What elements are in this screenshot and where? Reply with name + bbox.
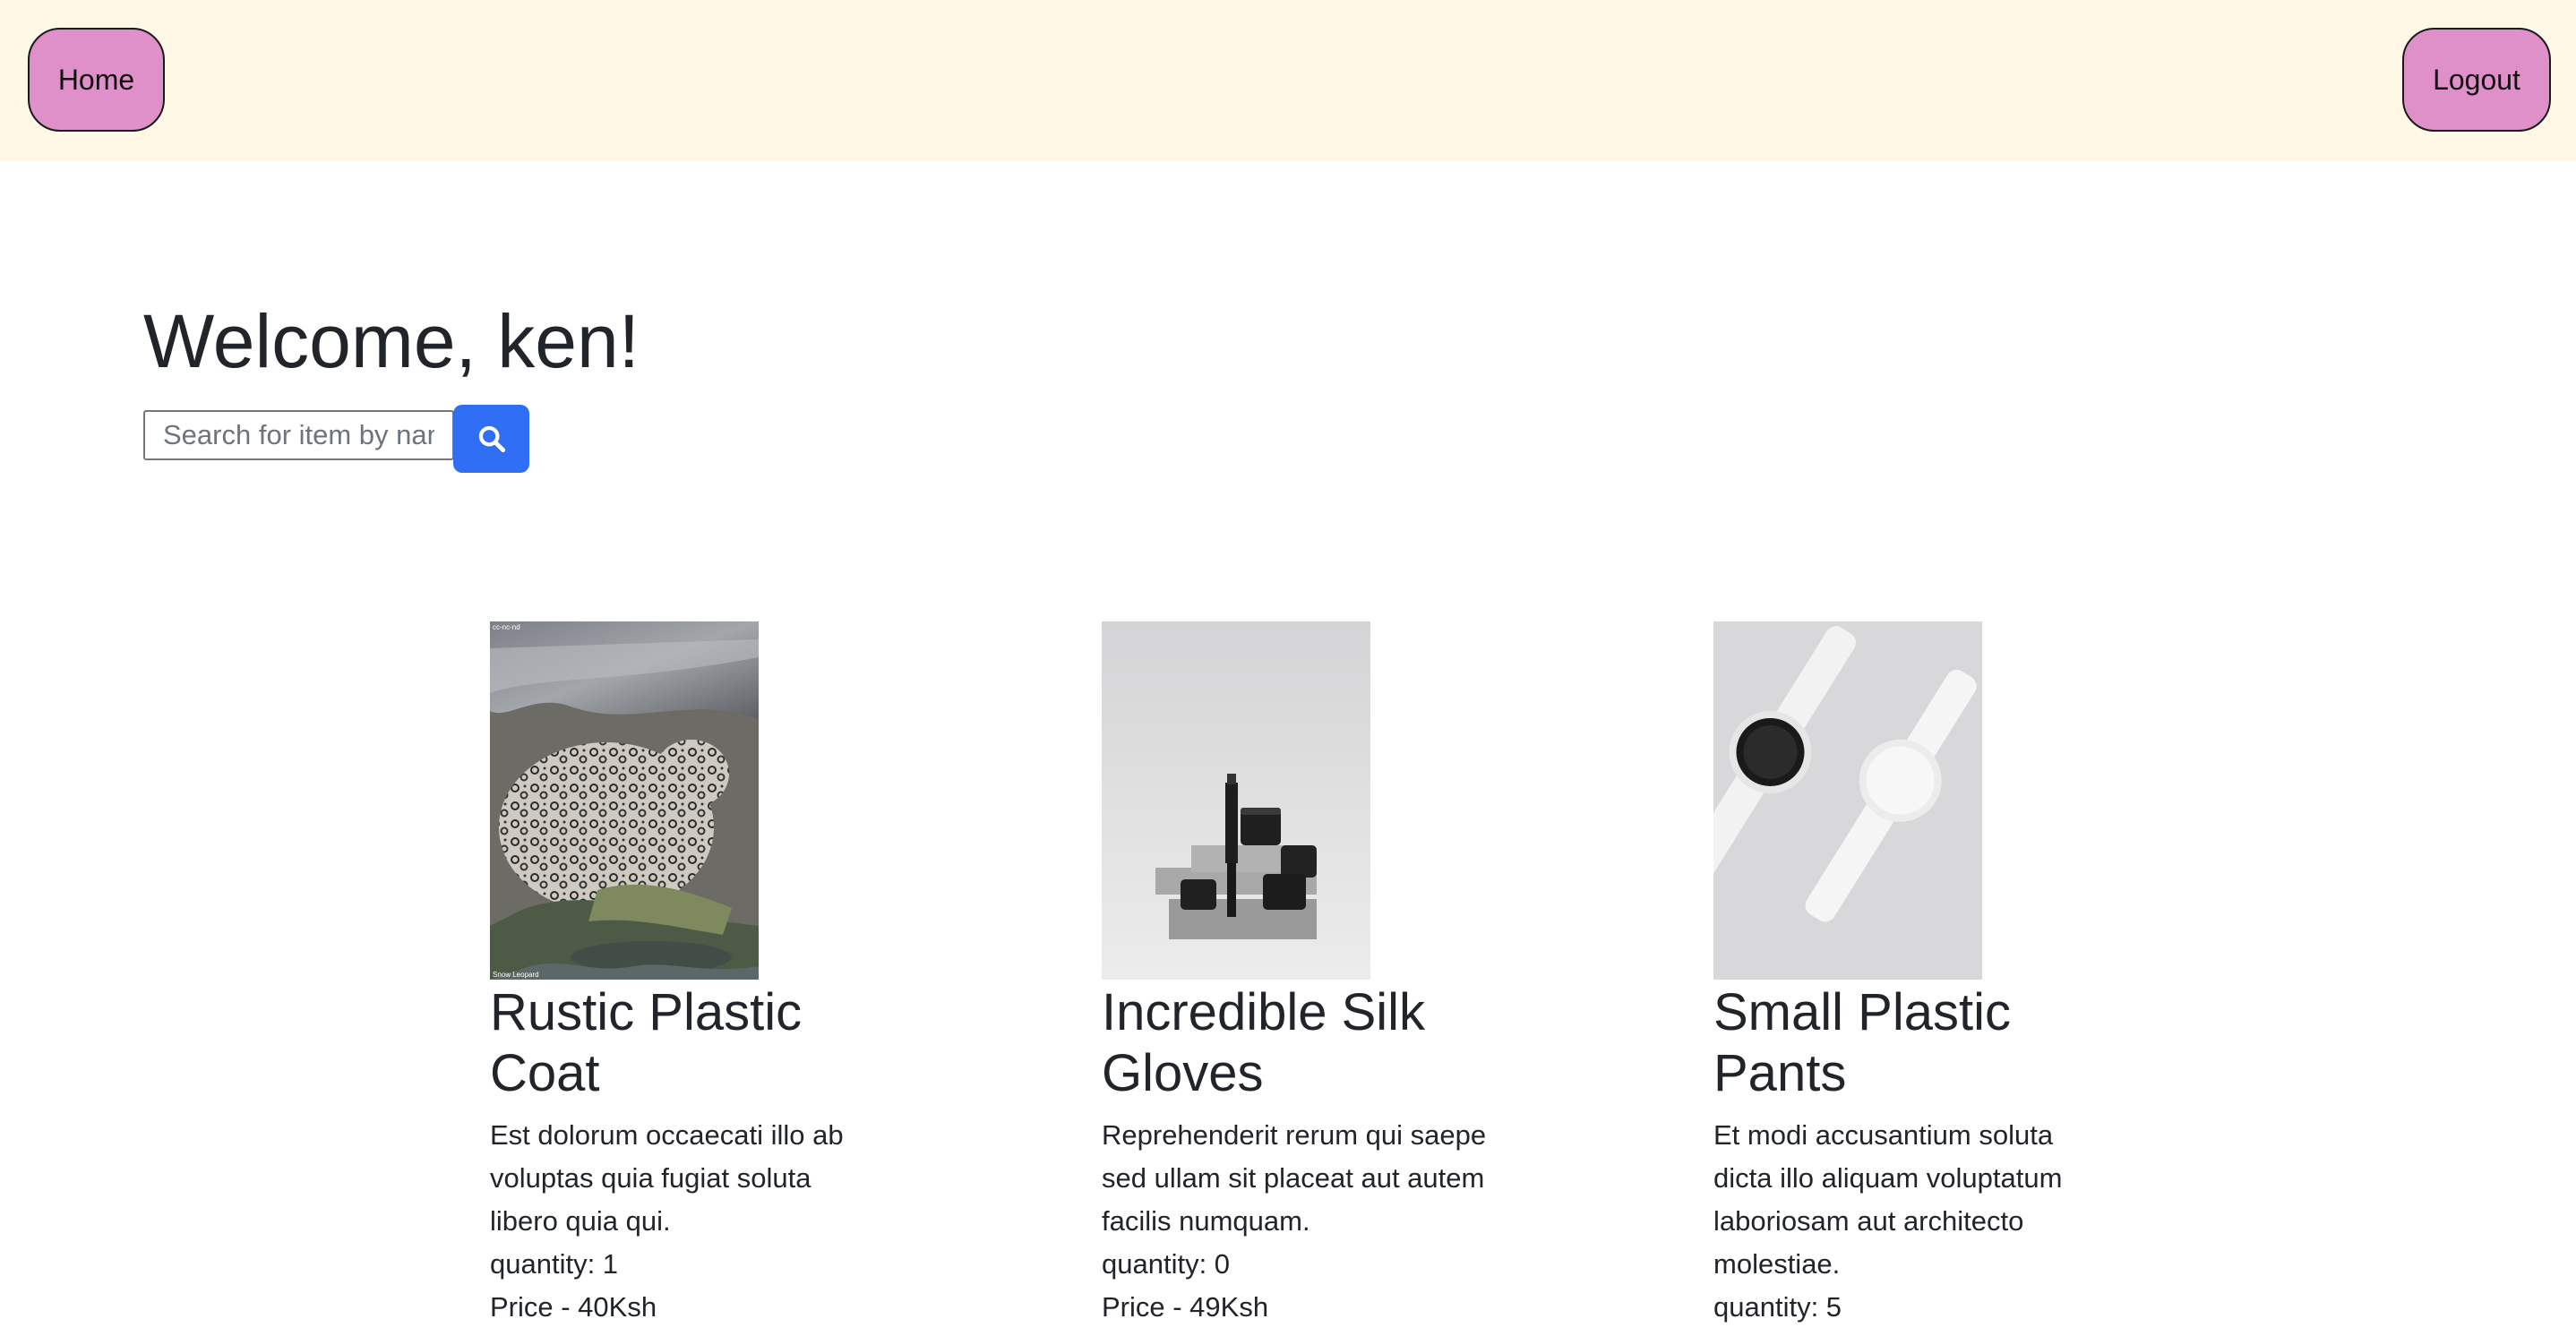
svg-text:cc-nc-nd: cc-nc-nd — [493, 623, 520, 631]
product-details: Reprehenderit rerum qui saepe sed ullam … — [1102, 1114, 1487, 1329]
product-name: Incredible Silk Gloves — [1102, 983, 1426, 1102]
product-quantity: quantity: 0 — [1102, 1248, 1231, 1280]
product-image[interactable] — [1713, 621, 1982, 980]
product-details: Et modi accusantium soluta dicta illo al… — [1713, 1114, 2099, 1329]
product-description: Est dolorum occaecati illo ab voluptas q… — [490, 1119, 844, 1237]
product-description: Reprehenderit rerum qui saepe sed ullam … — [1102, 1119, 1487, 1237]
product-image[interactable]: cc-nc-nd Snow Leopard — [490, 621, 759, 980]
product-description: Et modi accusantium soluta dicta illo al… — [1713, 1119, 2063, 1280]
product-name: Small Plastic Pants — [1713, 983, 2011, 1102]
product-name: Rustic Plastic Coat — [490, 983, 803, 1102]
search-button[interactable] — [453, 405, 529, 473]
product-price: Price - 40Ksh — [490, 1291, 657, 1323]
logout-button[interactable]: Logout — [2402, 28, 2551, 132]
product-price: Price - 49Ksh — [1102, 1291, 1269, 1323]
product-quantity: quantity: 5 — [1713, 1291, 1842, 1323]
search-input[interactable] — [143, 410, 454, 460]
search-icon — [478, 425, 505, 453]
home-button[interactable]: Home — [28, 28, 165, 132]
product-quantity: quantity: 1 — [490, 1248, 619, 1280]
product-details: Est dolorum occaecati illo ab voluptas q… — [490, 1114, 875, 1329]
product-image[interactable] — [1102, 621, 1370, 980]
navbar: Home Logout — [0, 0, 2576, 161]
svg-text:Snow Leopard: Snow Leopard — [493, 971, 539, 979]
welcome-heading: Welcome, ken! — [143, 299, 640, 383]
